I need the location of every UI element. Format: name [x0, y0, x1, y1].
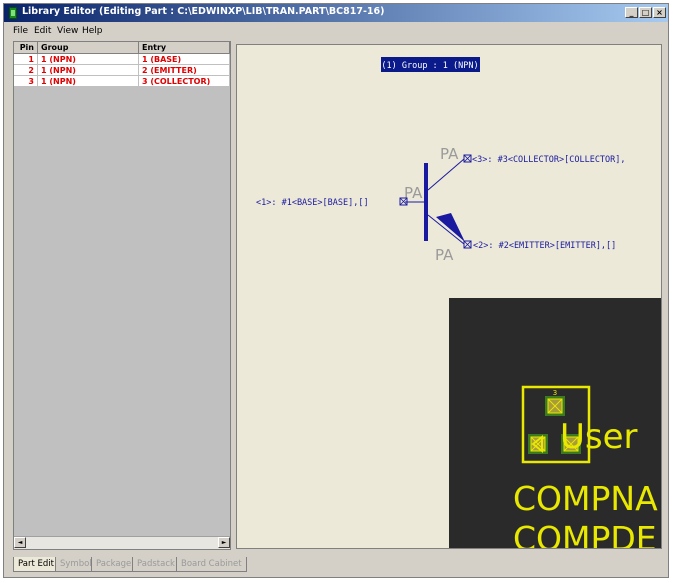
transistor-base-bar	[424, 163, 428, 241]
group-label: (1) Group : 1 (NPN)	[381, 61, 478, 71]
cell-group: 1 (NPN)	[38, 76, 139, 87]
window-title: Library Editor (Editing Part : C:\EDWINX…	[22, 6, 385, 17]
cell-pin: 1	[14, 54, 38, 65]
cell-group: 1 (NPN)	[38, 54, 139, 65]
pin3-label: <3>: #3<COLLECTOR>[COLLECTOR],	[472, 155, 626, 165]
pa-label-bottom: PA	[435, 246, 454, 264]
pcb-pin-number: 3	[553, 389, 557, 397]
header-entry[interactable]: Entry	[139, 42, 230, 54]
tab-package[interactable]: Package	[91, 557, 137, 572]
pcb-pad-1[interactable]	[528, 434, 548, 454]
app-icon	[9, 7, 17, 19]
title-bar[interactable]: Library Editor (Editing Part : C:\EDWINX…	[4, 4, 668, 22]
schematic-svg: (1) Group : 1 (NPN) PA PA PA <1>: #1<BAS…	[256, 57, 661, 549]
tab-board-cabinet[interactable]: Board Cabinet	[176, 557, 247, 572]
collector-lead	[427, 158, 465, 191]
scroll-right-icon[interactable]: ►	[218, 537, 230, 548]
header-pin[interactable]: Pin	[14, 42, 38, 54]
minimize-button[interactable]: _	[625, 7, 638, 18]
pin-table-panel: Pin Group Entry 1 1 (NPN) 1 (BASE) 2 1 (…	[13, 41, 231, 550]
scroll-left-icon[interactable]: ◄	[14, 537, 26, 548]
close-button[interactable]: ×	[653, 7, 666, 18]
library-editor-window: Library Editor (Editing Part : C:\EDWINX…	[3, 3, 669, 578]
pin-box-3[interactable]	[463, 154, 472, 163]
pin1-label: <1>: #1<BASE>[BASE],[]	[256, 198, 369, 208]
menu-view[interactable]: View	[57, 26, 78, 36]
header-group[interactable]: Group	[38, 42, 139, 54]
pin-box-2[interactable]	[463, 240, 472, 249]
maximize-button[interactable]: □	[639, 7, 652, 18]
table-row[interactable]: 1 1 (NPN) 1 (BASE)	[14, 54, 230, 65]
pcb-compdesc-text: COMPDE	[513, 519, 657, 549]
pin2-label: <2>: #2<EMITTER>[EMITTER],[]	[473, 241, 616, 251]
pcb-pad-3[interactable]	[545, 396, 565, 416]
horizontal-scrollbar[interactable]: ◄ ►	[14, 536, 230, 549]
menu-file[interactable]: File	[13, 26, 28, 36]
pcb-user-text: User	[560, 417, 638, 457]
pa-label-top: PA	[440, 145, 459, 163]
cell-pin: 2	[14, 65, 38, 76]
emitter-arrow-icon	[436, 213, 465, 242]
cell-group: 1 (NPN)	[38, 65, 139, 76]
cell-entry: 1 (BASE)	[139, 54, 230, 65]
tab-part-edit[interactable]: Part Edit	[13, 557, 59, 572]
table-row[interactable]: 2 1 (NPN) 2 (EMITTER)	[14, 65, 230, 76]
table-row[interactable]: 3 1 (NPN) 3 (COLLECTOR)	[14, 76, 230, 87]
pcb-compname-text: COMPNA	[513, 479, 658, 518]
cell-entry: 3 (COLLECTOR)	[139, 76, 230, 87]
tab-padstack[interactable]: Padstack	[132, 557, 180, 572]
editor-canvas[interactable]: (1) Group : 1 (NPN) PA PA PA <1>: #1<BAS…	[236, 44, 662, 549]
menu-bar: File Edit View Help	[4, 22, 668, 40]
cell-pin: 3	[14, 76, 38, 87]
table-header: Pin Group Entry	[14, 42, 230, 54]
menu-edit[interactable]: Edit	[34, 26, 51, 36]
menu-help[interactable]: Help	[82, 26, 103, 36]
cell-entry: 2 (EMITTER)	[139, 65, 230, 76]
